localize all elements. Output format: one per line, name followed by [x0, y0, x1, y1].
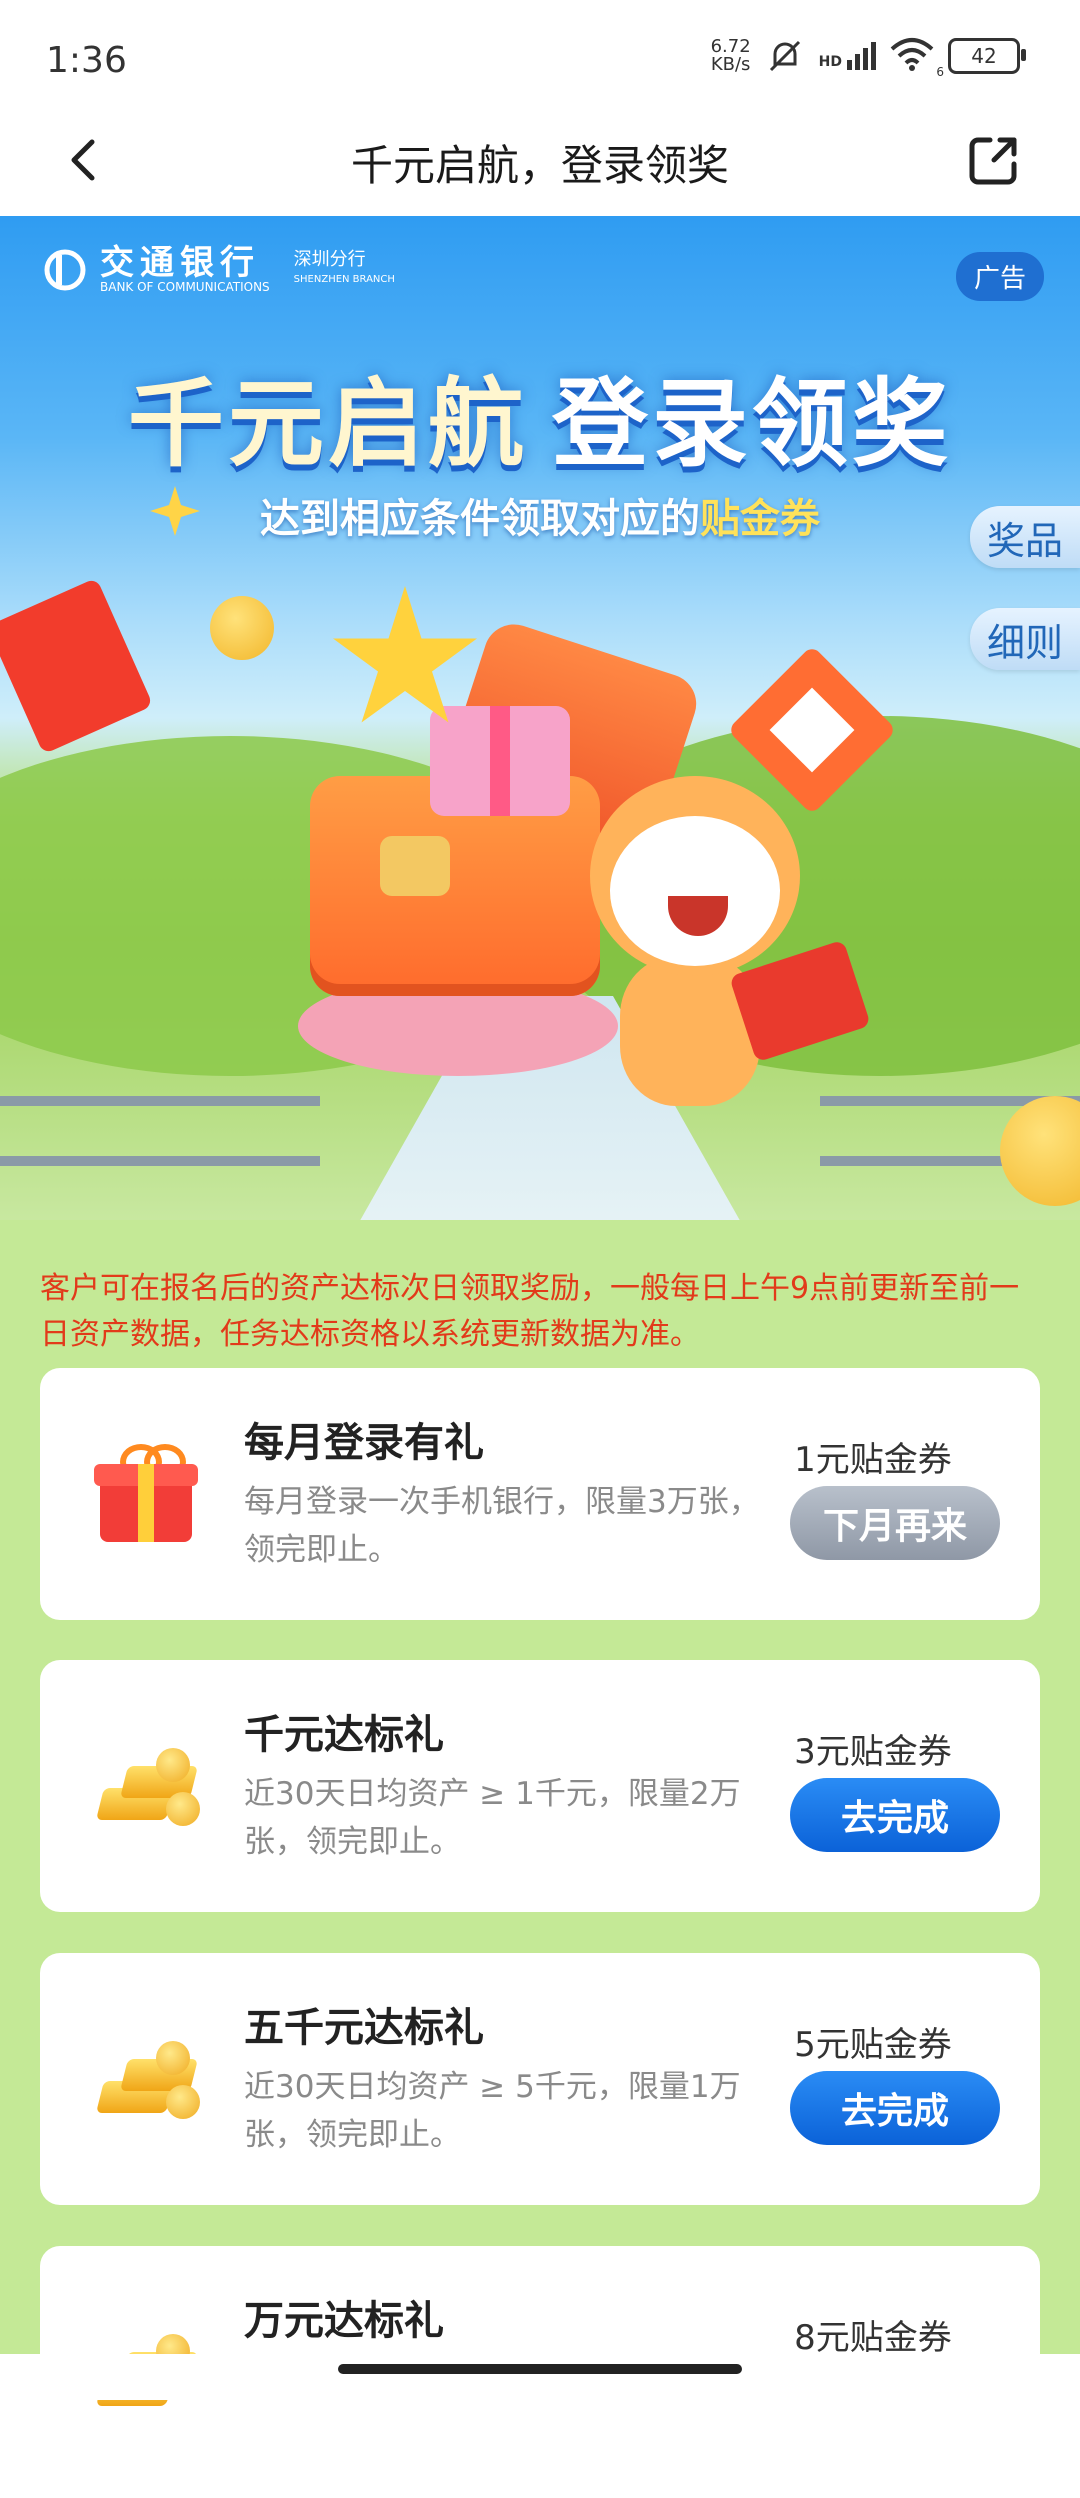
task-title: 万元达标礼	[244, 2298, 444, 2344]
gold-bars-icon	[94, 1736, 200, 1840]
cell-signal-icon: HD	[819, 42, 876, 70]
task-description: 每月登录一次手机银行，限量3万张，领完即止。	[244, 1484, 760, 1568]
gold-bars-icon	[94, 2029, 200, 2133]
prize-tab[interactable]: 奖品	[970, 506, 1080, 568]
task-reward: 3元贴金券	[794, 1732, 952, 1772]
nav-bar: 千元启航，登录领奖	[0, 110, 1080, 216]
go-complete-button[interactable]: 去完成	[790, 1778, 1000, 1852]
bank-logo-icon	[44, 249, 86, 291]
hero-banner: 交通银行 BANK OF COMMUNICATIONS 深圳分行 SHENZHE…	[0, 216, 1080, 1220]
task-section: 客户可在报名后的资产达标次日领取奖励，一般每日上午9点前更新至前一日资产数据，任…	[0, 1220, 1080, 2498]
chest-lock-icon	[380, 836, 450, 896]
branch-name: 深圳分行	[293, 249, 366, 270]
status-bar: 1:36 6.72 KB/s HD 6 42	[0, 0, 1080, 110]
red-envelope-decoration	[0, 577, 154, 755]
task-title: 每月登录有礼	[244, 1420, 484, 1466]
ad-badge: 广告	[955, 252, 1044, 301]
home-indicator[interactable]	[338, 2364, 742, 2374]
branch-name-en: SHENZHEN BRANCH	[293, 274, 395, 285]
battery-icon: 42	[948, 38, 1026, 74]
page-title: 千元启航，登录领奖	[350, 141, 729, 190]
task-title: 千元达标礼	[244, 1712, 444, 1758]
status-icons: 6.72 KB/s HD 6 42	[710, 36, 1026, 79]
notice-text: 客户可在报名后的资产达标次日领取奖励，一般每日上午9点前更新至前一日资产数据，任…	[40, 1271, 1020, 1352]
task-reward: 5元贴金券	[794, 2025, 952, 2065]
task-card: 五千元达标礼 近30天日均资产 ≥ 5千元，限量1万张，领完即止。 5元贴金券 …	[40, 1953, 1040, 2205]
bank-name-en: BANK OF COMMUNICATIONS	[100, 280, 270, 294]
task-card: 每月登录有礼 每月登录一次手机银行，限量3万张，领完即止。 1元贴金券 下月再来	[40, 1368, 1040, 1620]
bank-logo: 交通银行 BANK OF COMMUNICATIONS 深圳分行 SHENZHE…	[44, 246, 395, 294]
hero-subtitle: 达到相应条件领取对应的贴金券	[260, 496, 820, 542]
rules-tab[interactable]: 细则	[970, 608, 1080, 670]
task-title: 五千元达标礼	[244, 2005, 484, 2051]
gift-icon	[94, 1444, 198, 1548]
bank-name: 交通银行	[100, 243, 260, 283]
hero-title: 千元启航 登录领奖	[128, 368, 952, 480]
come-next-month-button[interactable]: 下月再来	[790, 1486, 1000, 1560]
coin-decoration	[210, 596, 274, 660]
share-icon[interactable]	[964, 130, 1024, 190]
go-complete-button[interactable]: 去完成	[790, 2071, 1000, 2145]
fence-decoration	[0, 1096, 320, 1166]
task-description: 近30天日均资产 ≥ 1千元，限量2万张，领完即止。	[244, 1776, 741, 1860]
mute-bell-icon	[769, 40, 800, 72]
task-reward: 1元贴金券	[794, 1440, 952, 1480]
network-speed: 6.72 KB/s	[710, 36, 751, 75]
task-reward: 8元贴金券	[794, 2318, 952, 2358]
wifi-icon: 6	[890, 37, 944, 79]
task-card: 千元达标礼 近30天日均资产 ≥ 1千元，限量2万张，领完即止。 3元贴金券 去…	[40, 1660, 1040, 1912]
status-time: 1:36	[46, 40, 127, 81]
gesture-bar-area	[0, 2354, 1080, 2400]
task-description: 近30天日均资产 ≥ 5千元，限量1万张，领完即止。	[244, 2069, 741, 2153]
